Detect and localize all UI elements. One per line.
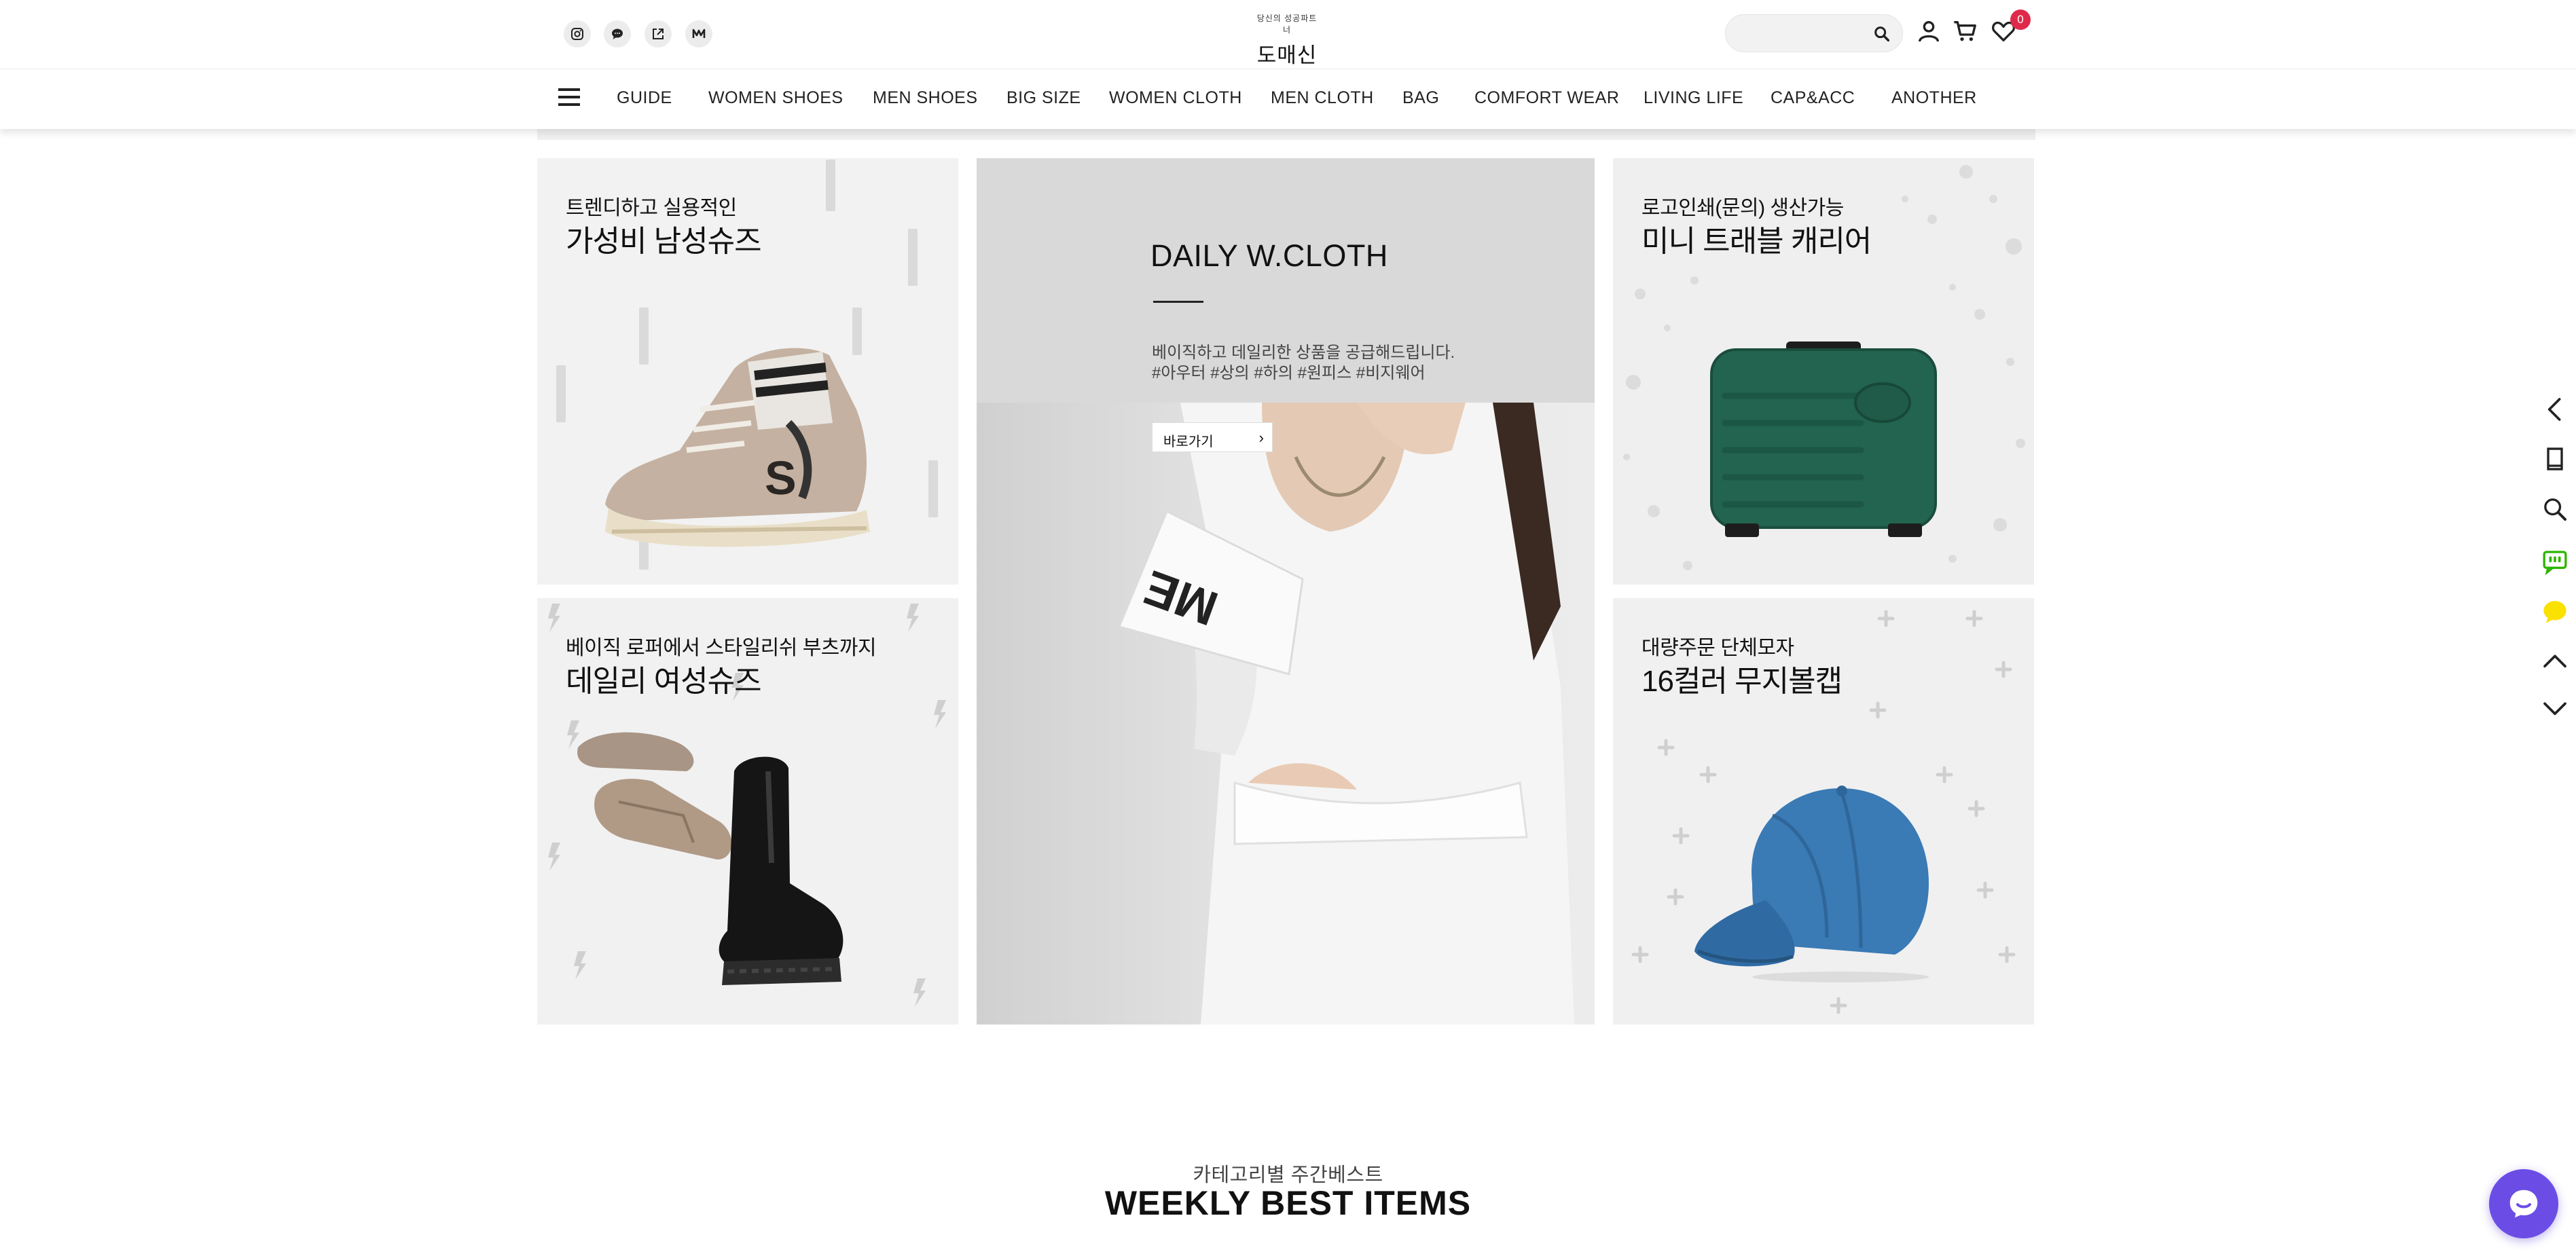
nav-item-living-life[interactable]: LIVING LIFE: [1644, 88, 1743, 108]
scroll-down-icon[interactable]: [2541, 695, 2569, 722]
men-sneaker-image: S: [605, 348, 870, 547]
banner-title: 16컬러 무지볼캡: [1641, 665, 1843, 698]
search-input[interactable]: [1741, 23, 1863, 43]
nav-item-men-shoes[interactable]: MEN SHOES: [873, 88, 978, 108]
daily-banner-hashtags: #아우터 #상의 #하의 #원피스 #비지웨어: [1152, 364, 1426, 382]
go-now-button[interactable]: 바로가기 ›: [1152, 422, 1273, 452]
search-icon[interactable]: [1872, 24, 1891, 43]
user-icon[interactable]: [1915, 18, 1942, 45]
blue-cap-image: [1694, 786, 1929, 982]
travel-carrier-banner[interactable]: 로고인쇄(문의) 생산가능 미니 트래블 캐리어: [1613, 158, 2034, 585]
medium-icon[interactable]: [685, 20, 712, 48]
previous-banner-edge: [537, 128, 2035, 140]
weekly-best-title: WEEKLY BEST ITEMS: [1104, 1184, 1472, 1222]
women-shoes-banner[interactable]: 베이직 로퍼에서 스타일리쉬 부츠까지 데일리 여성슈즈: [537, 598, 958, 1025]
kakao-icon[interactable]: [2541, 598, 2569, 625]
ball-cap-banner[interactable]: 대량주문 단체모자 16컬러 무지볼캡: [1613, 598, 2034, 1025]
search-box[interactable]: [1725, 14, 1903, 52]
nav-item-cap-acc[interactable]: CAP&ACC: [1771, 88, 1855, 108]
site-header: 당신의 성공파트너 도매신 0 GUIDE WOMEN SHOES MEN SH…: [0, 0, 2576, 129]
banner-title: 미니 트래블 캐리어: [1641, 225, 1872, 258]
daily-banner-photo: ME: [977, 403, 1595, 1025]
logo[interactable]: 당신의 성공파트너 도매신: [1253, 12, 1321, 69]
banner-title: 데일리 여성슈즈: [566, 665, 762, 698]
chat-bubble-icon[interactable]: [604, 20, 631, 48]
nav-item-guide[interactable]: GUIDE: [617, 88, 672, 108]
nav-item-big-size[interactable]: BIG SIZE: [1006, 88, 1081, 108]
nav-item-comfort-wear[interactable]: COMFORT WEAR: [1474, 88, 1619, 108]
logo-name: 도매신: [1256, 43, 1318, 67]
chat-button[interactable]: [2489, 1169, 2558, 1238]
nav-item-women-cloth[interactable]: WOMEN CLOTH: [1109, 88, 1242, 108]
model-photo-image: ME: [1117, 403, 1574, 1025]
message-icon[interactable]: [2541, 549, 2569, 576]
chevron-right-icon: ›: [1258, 429, 1264, 446]
search-icon[interactable]: [2541, 496, 2569, 523]
banner-title: 가성비 남성슈즈: [566, 225, 762, 258]
category-nav: GUIDE WOMEN SHOES MEN SHOES BIG SIZE WOM…: [0, 69, 2576, 128]
menu-icon[interactable]: [558, 88, 580, 107]
nav-item-bag[interactable]: BAG: [1402, 88, 1439, 108]
wishlist-count-badge: 0: [2010, 10, 2031, 30]
carrier-suitcase-image: [1710, 342, 1937, 537]
back-icon[interactable]: [2541, 396, 2569, 423]
nav-item-another[interactable]: ANOTHER: [1891, 88, 1977, 108]
go-now-button-label: 바로가기: [1163, 435, 1214, 449]
svg-text:S: S: [765, 451, 797, 504]
logo-tagline: 당신의 성공파트너: [1256, 14, 1318, 35]
instagram-icon[interactable]: [564, 20, 591, 48]
daily-banner-title: DAILY W.CLOTH: [1150, 238, 1388, 273]
external-link-icon[interactable]: [645, 20, 672, 48]
title-divider: [1153, 301, 1203, 303]
top-bar: 당신의 성공파트너 도매신 0: [0, 0, 2576, 69]
nav-item-men-cloth[interactable]: MEN CLOTH: [1271, 88, 1374, 108]
scroll-up-icon[interactable]: [2541, 647, 2569, 674]
nav-item-women-shoes[interactable]: WOMEN SHOES: [708, 88, 843, 108]
daily-cloth-banner[interactable]: ME DAILY W.CLOTH 베이직하고 데일리한 상품을 공급해드립니다.…: [977, 158, 1595, 1025]
recent-item-icon[interactable]: [2541, 445, 2569, 473]
chat-icon: [2509, 1190, 2538, 1218]
men-shoes-banner[interactable]: 트렌디하고 실용적인 가성비 남성슈즈 S: [537, 158, 958, 585]
women-shoes-image: [577, 732, 843, 985]
cart-icon[interactable]: [1952, 18, 1979, 45]
